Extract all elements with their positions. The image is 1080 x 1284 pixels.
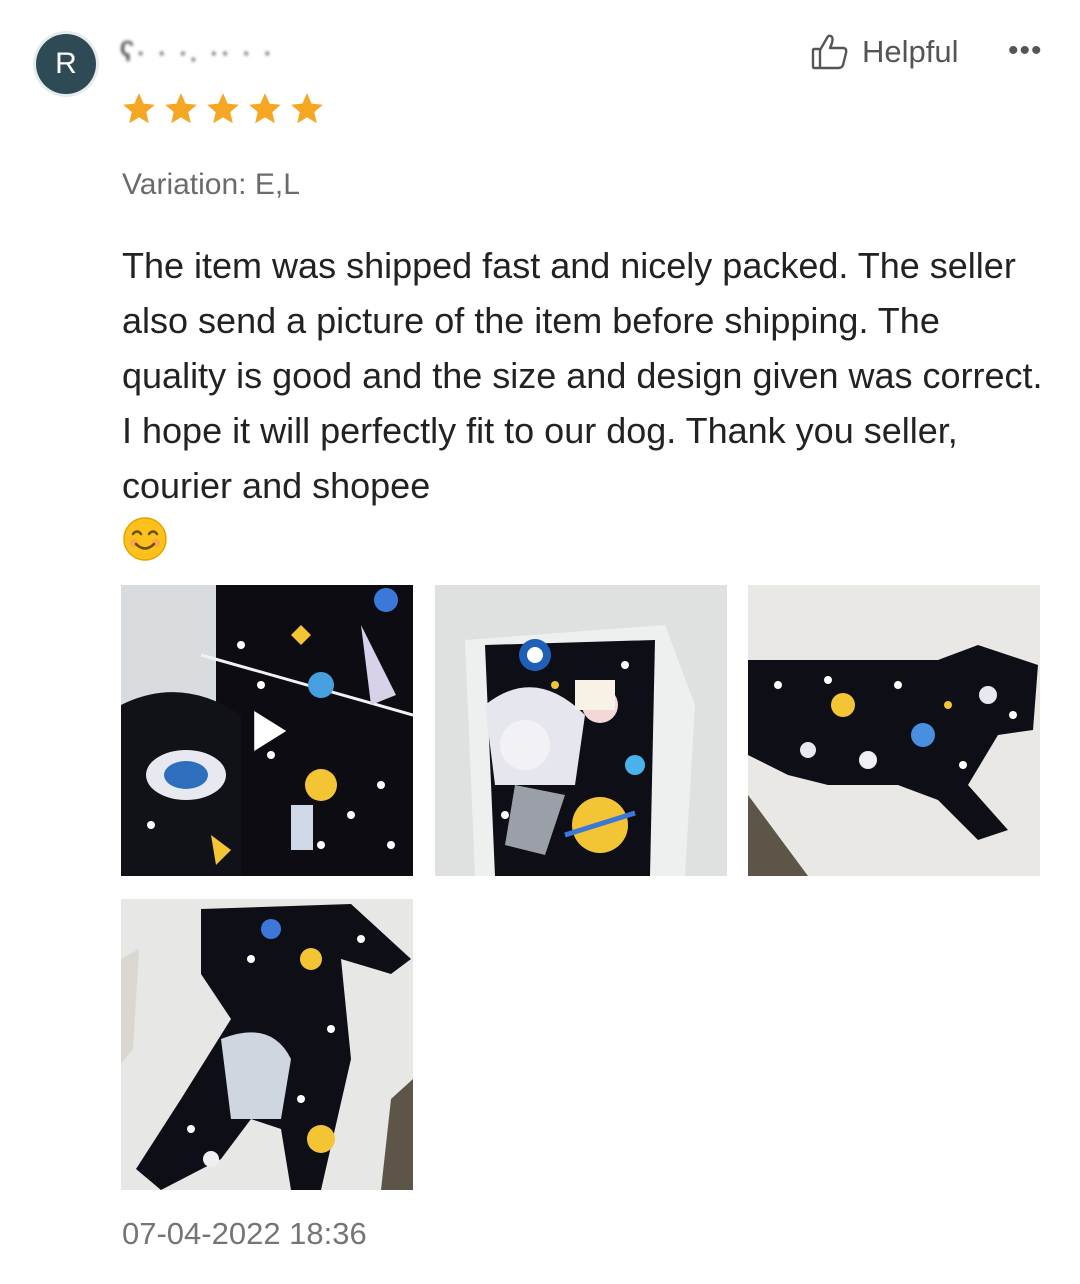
packaged-costume-image [435, 585, 727, 876]
review-photo-4[interactable] [121, 899, 413, 1190]
review-photo-2[interactable] [435, 585, 727, 876]
rating-stars [120, 90, 326, 128]
helpful-label: Helpful [862, 34, 959, 69]
costume-laid-flat-image [748, 585, 1040, 876]
thumbs-up-icon [811, 34, 848, 70]
review-video-thumbnail[interactable] [121, 585, 413, 876]
star-icon [165, 93, 197, 124]
reviewer-name: ʕ· · ·. ·· · · [120, 36, 274, 67]
variation-label: Variation: E,L [122, 168, 300, 201]
costume-hanging-image [121, 899, 413, 1190]
helpful-button[interactable]: Helpful [810, 32, 959, 72]
review-timestamp: 07-04-2022 18:36 [122, 1216, 367, 1251]
star-icon [291, 93, 323, 124]
reviewer-avatar[interactable]: R [36, 34, 96, 94]
more-options-button[interactable]: ••• [1008, 34, 1043, 68]
smiling-face-emoji [123, 517, 167, 561]
review-text: The item was shipped fast and nicely pac… [122, 245, 1043, 506]
star-icon [123, 93, 155, 124]
star-icon [249, 93, 281, 124]
play-icon [254, 710, 287, 751]
avatar-initial: R [55, 47, 77, 80]
review-photo-3[interactable] [748, 585, 1040, 876]
star-icon [207, 93, 239, 124]
